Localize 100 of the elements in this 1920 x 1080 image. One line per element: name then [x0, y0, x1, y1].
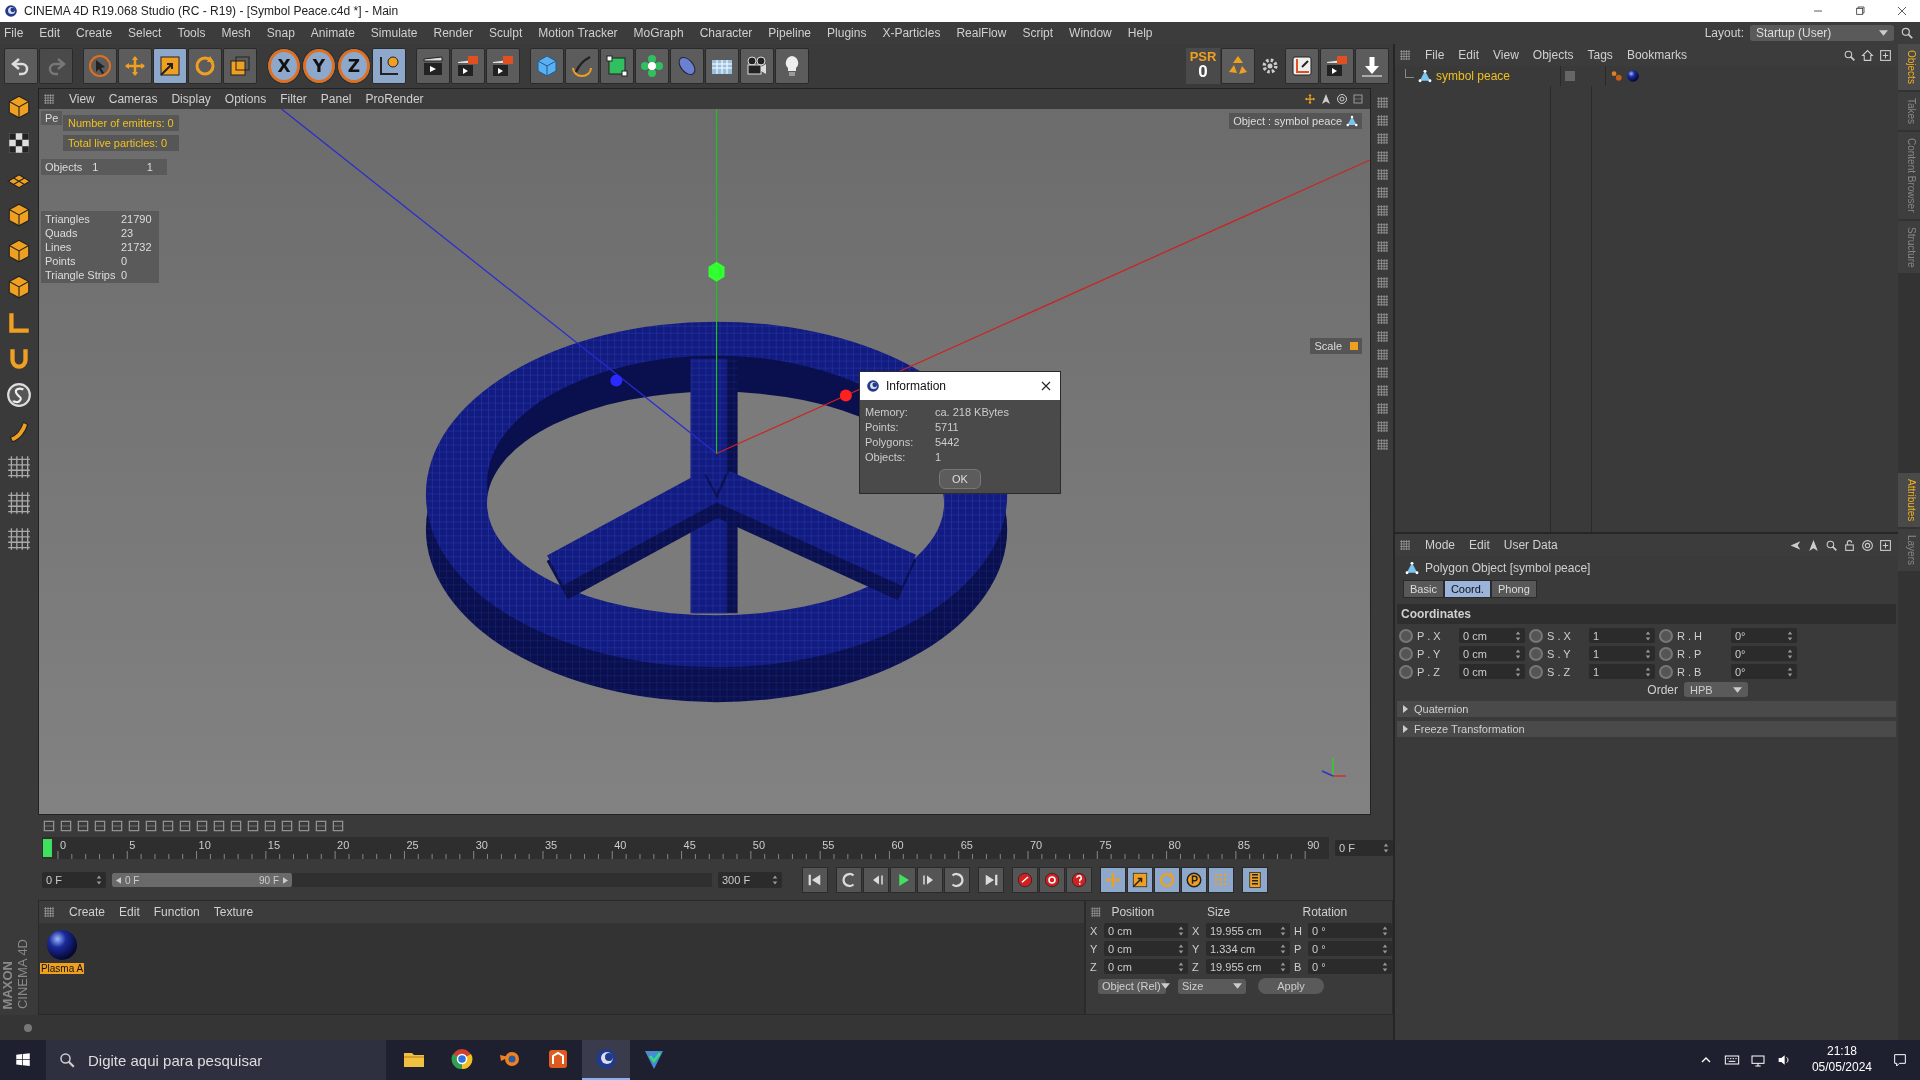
menu-item[interactable]: Mesh — [221, 26, 251, 40]
axis-corner-icon[interactable] — [6, 310, 32, 336]
grid-icon[interactable] — [1375, 222, 1389, 235]
grid-icon[interactable] — [6, 454, 32, 480]
menu-item[interactable]: Function — [153, 905, 200, 919]
animation-radio-icon[interactable] — [1659, 628, 1673, 643]
create-object-button[interactable] — [565, 48, 599, 84]
grid-icon[interactable] — [1375, 186, 1389, 199]
tool-icon[interactable] — [263, 819, 277, 833]
grid-icon[interactable] — [1375, 258, 1389, 271]
tool-icon[interactable] — [229, 819, 243, 833]
animation-radio-icon[interactable] — [1529, 664, 1543, 679]
grid-icon[interactable] — [1375, 276, 1389, 289]
menu-item[interactable]: Mode — [1425, 538, 1456, 552]
search-icon[interactable] — [1843, 48, 1856, 62]
menu-item[interactable]: Simulate — [370, 26, 418, 40]
grid-icon[interactable] — [1375, 402, 1389, 415]
start-frame-field[interactable]: 0 F — [42, 872, 106, 888]
up-arrow-icon[interactable] — [1807, 538, 1820, 552]
spinner-icon[interactable] — [1645, 666, 1651, 677]
menu-item[interactable]: Select — [128, 26, 162, 40]
animation-radio-icon[interactable] — [1399, 646, 1413, 661]
spinner-icon[interactable] — [1178, 961, 1184, 972]
target-icon[interactable] — [1861, 538, 1874, 552]
frame-range-bar[interactable]: 0 F 90 F — [112, 873, 292, 887]
spinner-icon[interactable] — [1787, 648, 1793, 659]
tool-icon[interactable] — [178, 819, 192, 833]
create-object-button[interactable] — [740, 48, 774, 84]
layout-dropdown[interactable]: Startup (User) — [1750, 25, 1894, 41]
menu-item[interactable]: RealFlow — [956, 26, 1007, 40]
create-object-button[interactable] — [600, 48, 634, 84]
clip-button[interactable] — [1320, 48, 1354, 84]
animation-radio-icon[interactable] — [1529, 646, 1543, 661]
menu-item[interactable]: Snap — [266, 26, 295, 40]
home-icon[interactable] — [1861, 48, 1874, 62]
rotation-field[interactable]: 0° — [1731, 628, 1797, 643]
grid-icon[interactable] — [6, 490, 32, 516]
last-frame-button[interactable] — [978, 867, 1004, 893]
menu-item[interactable]: Bookmarks — [1626, 48, 1687, 62]
network-icon[interactable] — [1749, 1052, 1766, 1068]
spinner-icon[interactable] — [1645, 648, 1651, 659]
size-field[interactable]: 19.955 cm — [1206, 923, 1290, 938]
menu-item[interactable]: Edit — [1458, 48, 1480, 62]
side-tab[interactable]: Objects — [1898, 44, 1920, 90]
tool-icon[interactable] — [161, 819, 175, 833]
tool-icon[interactable] — [110, 819, 124, 833]
menu-item[interactable]: Edit — [1469, 538, 1490, 552]
grid-icon[interactable] — [6, 526, 32, 552]
animation-radio-icon[interactable] — [1399, 628, 1413, 643]
axis-lock-button[interactable]: Y — [302, 48, 336, 84]
search-icon[interactable] — [1900, 26, 1914, 40]
grid-icon[interactable] — [1375, 294, 1389, 307]
menu-item[interactable]: Character — [699, 26, 753, 40]
order-dropdown[interactable]: HPB — [1684, 682, 1748, 697]
menu-item[interactable]: Create — [69, 905, 106, 919]
position-field[interactable]: 0 cm — [1459, 664, 1525, 679]
grid-icon[interactable] — [1375, 420, 1389, 433]
autokey-button[interactable] — [1039, 867, 1065, 893]
clock-time[interactable]: 21:18 — [1826, 1044, 1857, 1060]
search-field[interactable]: Digite aqui para pesquisar — [46, 1040, 386, 1080]
playhead-marker[interactable] — [43, 839, 52, 857]
menu-item[interactable]: Tools — [177, 26, 206, 40]
tool-icon[interactable] — [144, 819, 158, 833]
menu-item[interactable]: User Data — [1503, 538, 1558, 552]
animation-radio-icon[interactable] — [1529, 628, 1543, 643]
coordinate-system-button[interactable] — [372, 48, 406, 84]
keyframe-selection-button[interactable] — [1066, 867, 1092, 893]
rotation-field[interactable]: 0° — [1731, 646, 1797, 661]
spinner-icon[interactable] — [1280, 961, 1286, 972]
object-item[interactable]: symbol peace — [1395, 66, 1560, 86]
tool-button[interactable] — [223, 48, 257, 84]
tool-icon[interactable] — [246, 819, 260, 833]
spinner-icon[interactable] — [96, 875, 102, 885]
tool-icon[interactable] — [93, 819, 107, 833]
menu-item[interactable]: Sculpt — [488, 26, 523, 40]
frame-range-track[interactable]: 0 F 90 F — [112, 873, 712, 887]
spinner-icon[interactable] — [1645, 630, 1651, 641]
position-field[interactable]: 0 cm — [1104, 923, 1188, 938]
cube-icon[interactable] — [6, 94, 32, 120]
spinner-icon[interactable] — [1382, 961, 1388, 972]
spinner-icon[interactable] — [1383, 843, 1389, 853]
playback-button[interactable] — [863, 867, 889, 893]
key-filter-button[interactable] — [1208, 867, 1234, 893]
axis-handle[interactable] — [839, 389, 852, 402]
drop-to-floor-button[interactable] — [1355, 48, 1389, 84]
right-arrow-icon[interactable] — [283, 876, 288, 884]
rotation-field[interactable]: 0 ° — [1308, 923, 1392, 938]
key-filter-button[interactable] — [1100, 867, 1126, 893]
timeline-ruler[interactable]: 0 5 10 15 20 25 30 35 40 45 50 55 60 65 70 75 80 85 90 — [42, 837, 1330, 859]
menu-item[interactable]: File — [1425, 48, 1445, 62]
viewport-menu-item[interactable]: Display — [171, 92, 211, 106]
edit-button[interactable] — [1285, 48, 1319, 84]
viewport-menu-item[interactable]: ProRender — [365, 92, 424, 106]
render-settings-button[interactable] — [486, 48, 520, 84]
tool-icon[interactable] — [76, 819, 90, 833]
spinner-icon[interactable] — [1382, 943, 1388, 954]
visibility-toggle-icon[interactable] — [1565, 71, 1575, 81]
tool-button[interactable] — [118, 48, 152, 84]
maximize-icon[interactable] — [1352, 93, 1364, 105]
spinner-icon[interactable] — [1280, 925, 1286, 936]
